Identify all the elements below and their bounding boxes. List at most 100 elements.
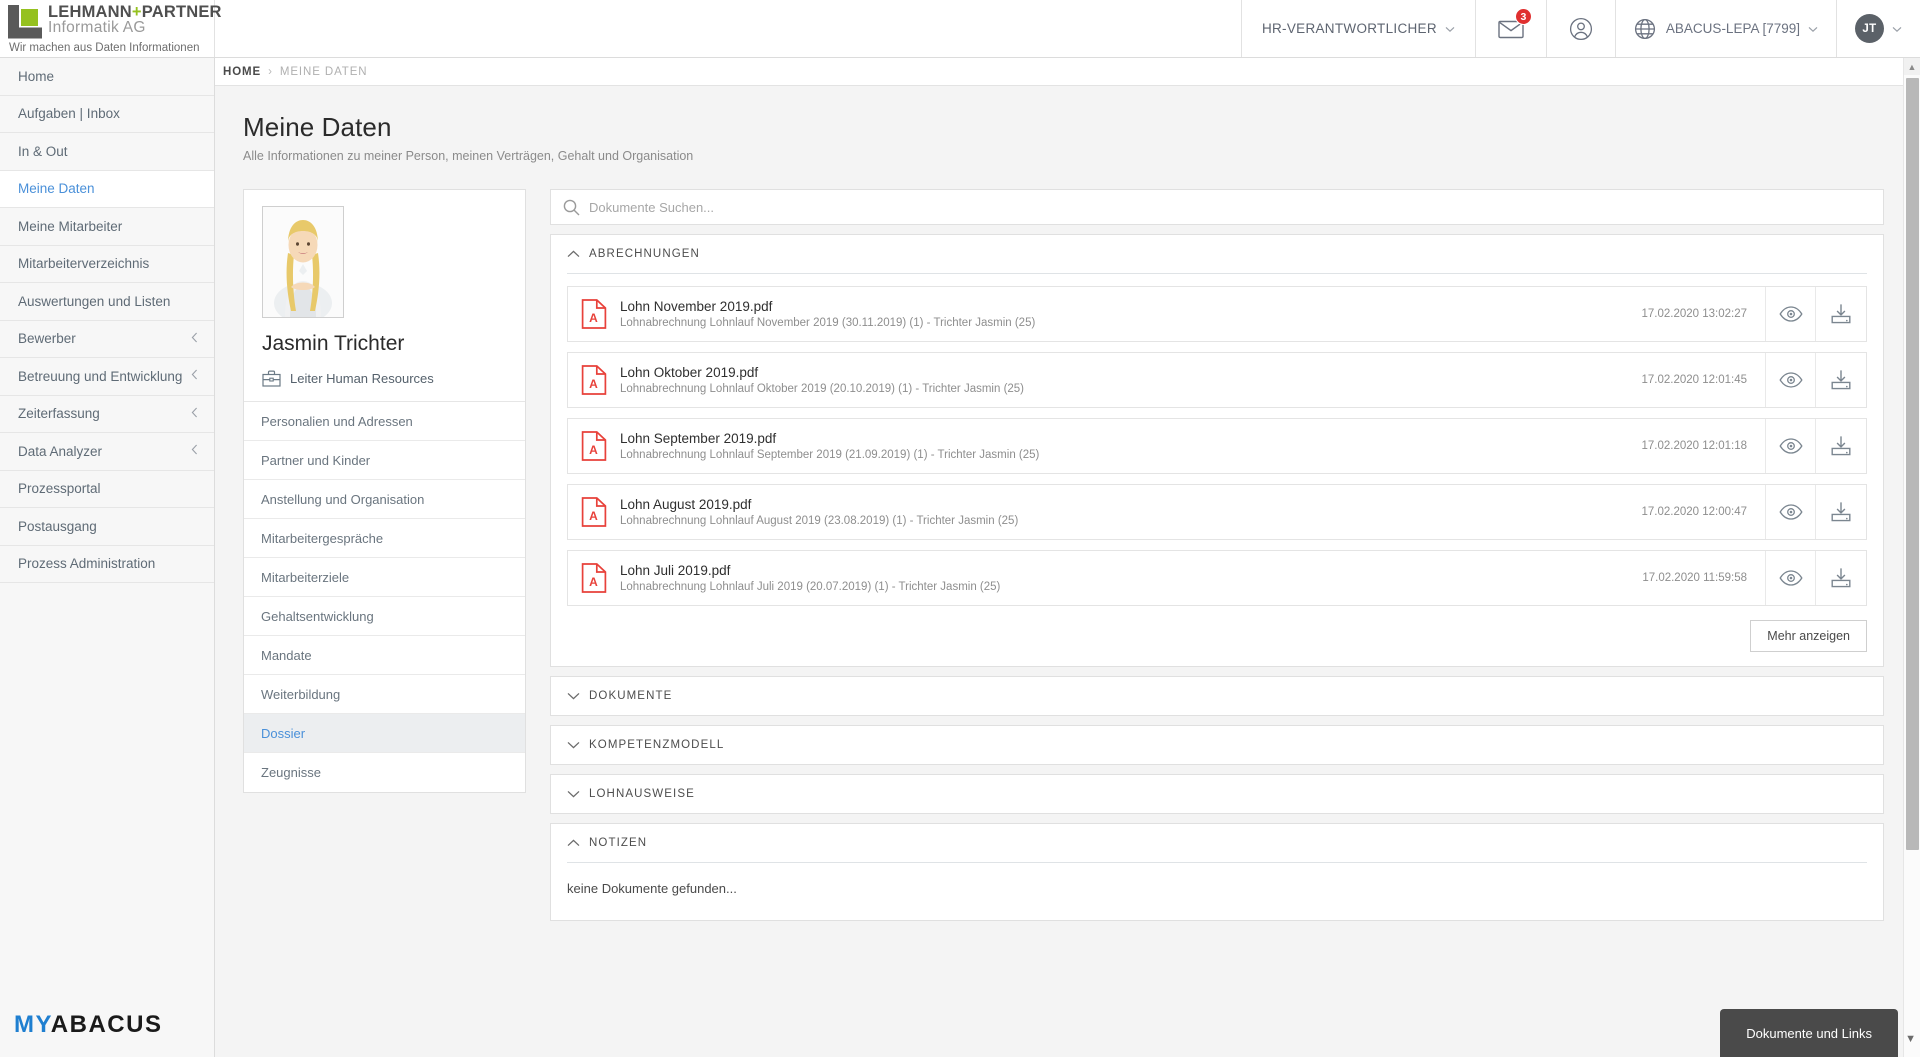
sidebar-item-meine-mitarbeiter[interactable]: Meine Mitarbeiter	[0, 208, 214, 246]
section-header-abrechnungen[interactable]: ABRECHNUNGEN	[551, 235, 1883, 273]
section-header-kompetenzmodell[interactable]: KOMPETENZMODELL	[551, 726, 1883, 764]
chevron-left-icon	[191, 369, 198, 383]
header-tools: HR-VERANTWORTLICHER 3 ABACUS-LEPA [7799]…	[1240, 0, 1920, 57]
sidebar-item-in-out[interactable]: In & Out	[0, 133, 214, 171]
profile-menu-item-label: Personalien und Adressen	[261, 413, 413, 429]
pdf-icon-wrap: A	[568, 287, 620, 341]
section-panel-kompetenzmodell: KOMPETENZMODELL	[550, 725, 1884, 765]
brand-line1-b: PARTNER	[141, 2, 222, 21]
user-account-button[interactable]	[1545, 0, 1615, 57]
document-row[interactable]: A Lohn September 2019.pdf Lohnabrechnung L…	[567, 418, 1867, 474]
document-row[interactable]: A Lohn Oktober 2019.pdf Lohnabrechnung Loh…	[567, 352, 1867, 408]
breadcrumb-current: MEINE DATEN	[279, 65, 368, 78]
role-selector[interactable]: HR-VERANTWORTLICHER	[1240, 0, 1475, 57]
profile-menu-item-zeugnisse[interactable]: Zeugnisse	[244, 753, 525, 792]
main-content: HOME › MEINE DATEN Meine Daten Alle Info…	[215, 58, 1920, 1057]
profile-menu-item-label: Weiterbildung	[261, 686, 341, 702]
user-circle-icon	[1569, 17, 1592, 40]
profile-menu-item-label: Partner und Kinder	[261, 452, 371, 468]
preview-button[interactable]	[1766, 419, 1816, 473]
search-box[interactable]	[550, 189, 1884, 225]
document-row[interactable]: A Lohn Juli 2019.pdf Lohnabrechnung Lohnla…	[567, 550, 1867, 606]
docs-links-collapse-caret-icon[interactable]: ▼	[1905, 1033, 1916, 1045]
profile-menu-item-mitarbeitergespräche[interactable]: Mitarbeitergespräche	[244, 519, 525, 558]
show-more-button[interactable]: Mehr anzeigen	[1750, 620, 1867, 652]
section-header-notizen[interactable]: NOTIZEN	[551, 824, 1883, 862]
download-button[interactable]	[1816, 419, 1866, 473]
sidebar-item-label: Prozessportal	[18, 481, 101, 497]
document-row[interactable]: A Lohn August 2019.pdf Lohnabrechnung Lohn…	[567, 484, 1867, 540]
sidebar-item-data-analyzer[interactable]: Data Analyzer	[0, 433, 214, 471]
profile-header: Jasmin Trichter Leiter Human Resources	[244, 190, 525, 401]
document-description: Lohnabrechnung Lohnlauf September 2019 (…	[620, 449, 1040, 461]
document-description: Lohnabrechnung Lohnlauf Juli 2019 (20.07…	[620, 581, 1001, 593]
pdf-icon-wrap: A	[568, 485, 620, 539]
profile-menu-item-mandate[interactable]: Mandate	[244, 636, 525, 675]
search-input[interactable]	[589, 199, 1871, 215]
section-header-dokumente[interactable]: DOKUMENTE	[551, 677, 1883, 715]
download-button[interactable]	[1816, 551, 1866, 605]
sidebar-item-home[interactable]: Home	[0, 58, 214, 96]
sidebar-item-betreuung-und-entwicklung[interactable]: Betreuung und Entwicklung	[0, 358, 214, 396]
sidebar-item-zeiterfassung[interactable]: Zeiterfassung	[0, 395, 214, 433]
page-container: Meine Daten Alle Informationen zu meiner…	[215, 86, 1920, 930]
profile-menu-item-label: Dossier	[261, 725, 306, 741]
sidebar-item-meine-daten[interactable]: Meine Daten	[0, 170, 214, 208]
breadcrumb-home[interactable]: HOME	[223, 66, 261, 78]
sidebar-item-prozessportal[interactable]: Prozessportal	[0, 470, 214, 508]
sidebar-item-postausgang[interactable]: Postausgang	[0, 508, 214, 546]
profile-menu-item-weiterbildung[interactable]: Weiterbildung	[244, 675, 525, 714]
download-icon	[1831, 568, 1851, 588]
sidebar-item-mitarbeiterverzeichnis[interactable]: Mitarbeiterverzeichnis	[0, 245, 214, 283]
content-scroll-area: Meine Daten Alle Informationen zu meiner…	[215, 86, 1920, 1057]
breadcrumb: HOME › MEINE DATEN	[215, 58, 1920, 86]
preview-button[interactable]	[1766, 287, 1816, 341]
download-button[interactable]	[1816, 485, 1866, 539]
chevron-down-icon	[567, 741, 589, 749]
profile-menu-item-gehaltsentwicklung[interactable]: Gehaltsentwicklung	[244, 597, 525, 636]
profile-menu-item-mitarbeiterziele[interactable]: Mitarbeiterziele	[244, 558, 525, 597]
chevron-left-icon	[191, 332, 198, 346]
profile-menu-item-partner-und-kinder[interactable]: Partner und Kinder	[244, 441, 525, 480]
more-button-wrap: Mehr anzeigen	[567, 620, 1867, 652]
profile-menu-item-label: Mitarbeiterziele	[261, 569, 350, 585]
sidebar-item-aufgaben-inbox[interactable]: Aufgaben | Inbox	[0, 95, 214, 133]
profile-menu-item-label: Mitarbeitergespräche	[261, 530, 384, 546]
profile-name: Jasmin Trichter	[262, 332, 405, 355]
app-body: Home Aufgaben | Inbox In & Out Meine Daten M…	[0, 58, 1920, 1057]
preview-eye-icon	[1778, 570, 1803, 586]
download-button[interactable]	[1816, 287, 1866, 341]
scrollbar-thumb[interactable]	[1906, 78, 1919, 850]
download-icon	[1831, 436, 1851, 456]
preview-eye-icon	[1778, 504, 1803, 520]
section-body: keine Dokumente gefunden...	[551, 863, 1883, 920]
download-button[interactable]	[1816, 353, 1866, 407]
preview-button[interactable]	[1766, 353, 1816, 407]
profile-menu-item-anstellung-und-organisation[interactable]: Anstellung und Organisation	[244, 480, 525, 519]
briefcase-icon	[262, 370, 281, 387]
profile-menu-item-label: Mandate	[261, 647, 312, 663]
mail-button[interactable]: 3	[1474, 0, 1546, 57]
tenant-selector[interactable]: ABACUS-LEPA [7799]	[1614, 0, 1836, 57]
sidebar-item-prozess-administration[interactable]: Prozess Administration	[0, 545, 214, 583]
user-menu[interactable]: JT	[1836, 0, 1920, 57]
sidebar-item-label: Zeiterfassung	[18, 406, 100, 422]
sidebar-item-auswertungen-und-listen[interactable]: Auswertungen und Listen	[0, 283, 214, 321]
sidebar-item-label: Home	[18, 68, 55, 84]
preview-button[interactable]	[1766, 551, 1816, 605]
section-panel-dokumente: DOKUMENTE	[550, 676, 1884, 716]
sidebar-item-bewerber[interactable]: Bewerber	[0, 320, 214, 358]
documents-and-links-tab[interactable]: Dokumente und Links	[1720, 1009, 1898, 1057]
preview-button[interactable]	[1766, 485, 1816, 539]
avatar: JT	[1855, 14, 1884, 43]
sidebar-footer: MYABACUS	[0, 1011, 214, 1057]
app-root: LEHMANN+PARTNER Informatik AG Wir machen…	[0, 0, 1920, 1057]
download-icon	[1831, 370, 1851, 390]
pdf-icon-wrap: A	[568, 419, 620, 473]
section-header-lohnausweise[interactable]: LOHNAUSWEISE	[551, 775, 1883, 813]
profile-menu-item-personalien-und-adressen[interactable]: Personalien und Adressen	[244, 402, 525, 441]
document-row[interactable]: A Lohn November 2019.pdf Lohnabrechnung Lo…	[567, 286, 1867, 342]
vertical-scrollbar[interactable]: ▲	[1903, 58, 1920, 1057]
profile-menu-item-dossier[interactable]: Dossier	[244, 714, 525, 753]
scrollbar-up-arrow[interactable]: ▲	[1904, 58, 1920, 75]
